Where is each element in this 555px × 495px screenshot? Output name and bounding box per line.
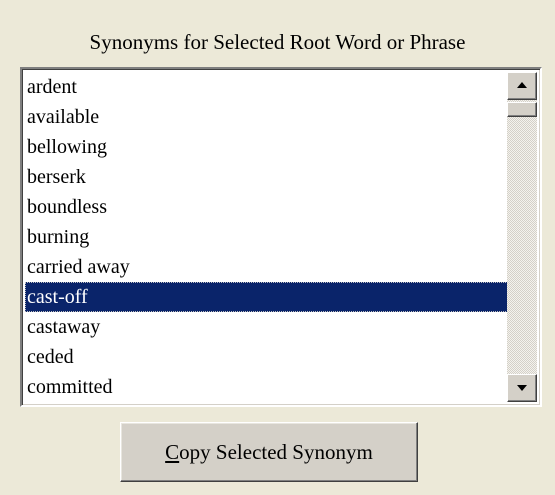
synonym-item[interactable]: bellowing — [25, 132, 514, 162]
synonym-item[interactable]: carried away — [25, 252, 514, 282]
synonym-item[interactable]: boundless — [25, 192, 514, 222]
down-arrow-icon — [517, 385, 527, 391]
up-arrow-icon — [517, 82, 527, 88]
synonym-item[interactable]: cast-off — [25, 282, 514, 312]
vertical-scrollbar[interactable] — [507, 72, 537, 402]
button-mnemonic: C — [165, 440, 180, 464]
synonyms-listbox[interactable]: ardent available bellowing berserk bound… — [20, 67, 542, 407]
synonym-item[interactable]: castaway — [25, 312, 514, 342]
copy-selected-synonym-button[interactable]: Copy Selected Synonym — [120, 422, 418, 482]
synonym-item[interactable]: burning — [25, 222, 514, 252]
synonym-item[interactable]: available — [25, 102, 514, 132]
synonym-item[interactable]: berserk — [25, 162, 514, 192]
synonym-item[interactable]: committed — [25, 372, 514, 402]
button-label: opy Selected Synonym — [179, 440, 373, 464]
scroll-up-button[interactable] — [507, 72, 537, 100]
synonyms-list: ardent available bellowing berserk bound… — [25, 72, 514, 402]
synonym-item[interactable]: ardent — [25, 72, 514, 102]
synonyms-title: Synonyms for Selected Root Word or Phras… — [89, 30, 466, 54]
synonyms-panel: Synonyms for Selected Root Word or Phras… — [0, 0, 555, 495]
synonym-item[interactable]: ceded — [25, 342, 514, 372]
scrollbar-thumb[interactable] — [507, 102, 537, 117]
scroll-down-button[interactable] — [507, 374, 537, 402]
